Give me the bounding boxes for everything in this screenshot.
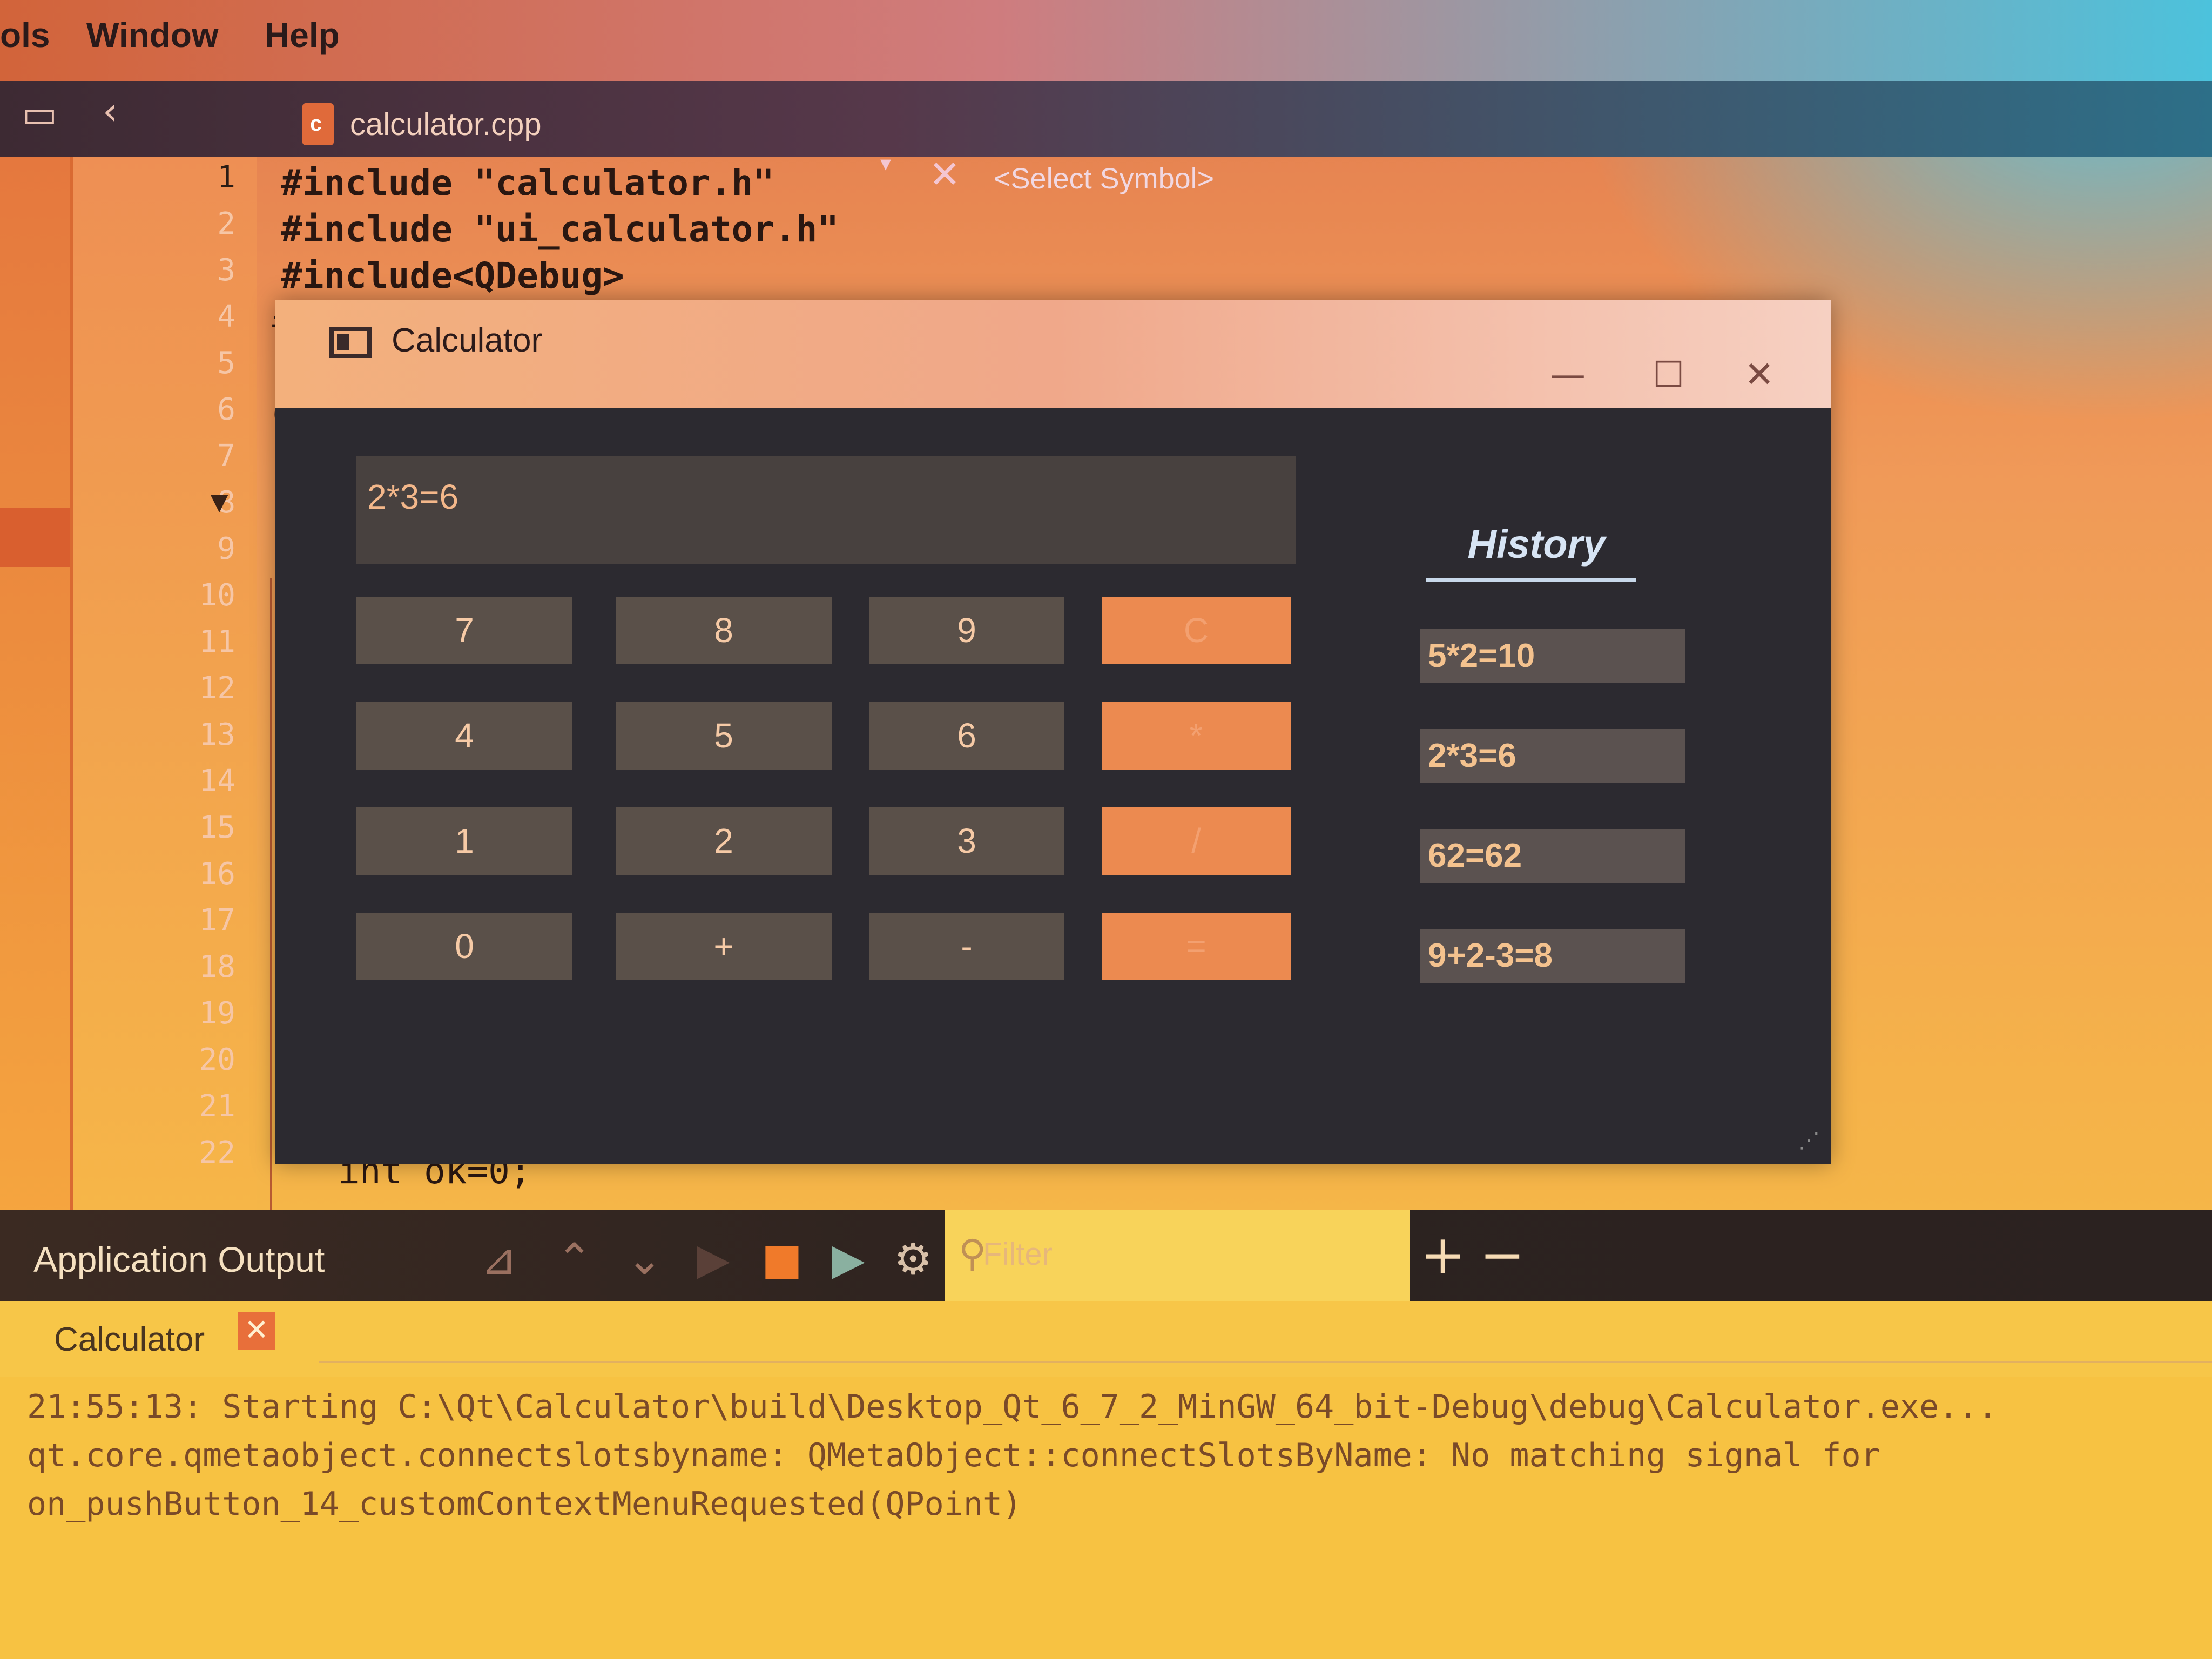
line-number: 11 bbox=[199, 624, 235, 659]
output-pane-header: Application Output ⊿ ⌃ ⌄ ▶ ■ ▶ ⚙ Filter … bbox=[0, 1210, 2212, 1301]
maximize-icon[interactable]: ☐ bbox=[1653, 354, 1684, 395]
code-line: #include "calculator.h" bbox=[281, 162, 774, 204]
line-number: 13 bbox=[199, 717, 235, 752]
calculator-titlebar[interactable]: Calculator — ☐ ✕ bbox=[275, 300, 1831, 408]
output-tab-bar: Calculator bbox=[0, 1301, 2212, 1377]
log-line: on_pushButton_14_customContextMenuReques… bbox=[27, 1485, 1022, 1523]
output-pane-title: Application Output bbox=[33, 1239, 325, 1279]
file-tab-label: calculator.cpp bbox=[350, 106, 542, 142]
log-line: 21:55:13: Starting C:\Qt\Calculator\buil… bbox=[27, 1388, 1998, 1426]
line-number-gutter: 1 2 3 4 5 6 7 8 9 10 11 12 13 14 15 16 1… bbox=[73, 157, 257, 1215]
button-minus[interactable]: - bbox=[869, 913, 1064, 980]
tab-divider bbox=[319, 1361, 2212, 1363]
button-clear[interactable]: C bbox=[1102, 597, 1291, 664]
button-9[interactable]: 9 bbox=[869, 597, 1064, 664]
button-4[interactable]: 4 bbox=[356, 702, 572, 770]
screen-icon[interactable]: ▭ bbox=[22, 92, 57, 136]
code-line: #include<QDebug> bbox=[281, 255, 624, 296]
output-log[interactable]: 21:55:13: Starting C:\Qt\Calculator\buil… bbox=[0, 1377, 2212, 1659]
debug-run-icon[interactable]: ▶ bbox=[832, 1234, 865, 1284]
calculator-body: 2*3=6 7 8 9 C 4 5 6 * 1 2 3 / 0 + - = Hi… bbox=[275, 408, 1831, 1164]
history-underline bbox=[1426, 578, 1636, 582]
line-number: 12 bbox=[199, 671, 235, 706]
filter-input[interactable]: Filter bbox=[945, 1210, 1410, 1301]
line-number: 15 bbox=[199, 810, 235, 845]
history-item[interactable]: 5*2=10 bbox=[1420, 629, 1685, 683]
line-number: 5 bbox=[217, 346, 235, 381]
button-equals[interactable]: = bbox=[1102, 913, 1291, 980]
run-icon[interactable]: ▶ bbox=[697, 1234, 730, 1284]
line-number: 4 bbox=[217, 299, 235, 334]
search-icon: ⚲ bbox=[959, 1231, 987, 1276]
line-number: 14 bbox=[199, 764, 235, 799]
cpp-file-icon bbox=[302, 103, 334, 145]
calculator-window: Calculator — ☐ ✕ 2*3=6 7 8 9 C 4 5 6 * 1… bbox=[275, 300, 1831, 1164]
history-item[interactable]: 2*3=6 bbox=[1420, 729, 1685, 783]
line-number: 2 bbox=[217, 206, 235, 241]
button-8[interactable]: 8 bbox=[616, 597, 832, 664]
button-7[interactable]: 7 bbox=[356, 597, 572, 664]
output-tab-calculator[interactable]: Calculator bbox=[22, 1310, 210, 1370]
chevron-up-icon[interactable]: ⌃ bbox=[556, 1234, 592, 1284]
close-icon[interactable]: ✕ bbox=[1744, 354, 1774, 395]
menu-help[interactable]: Help bbox=[265, 15, 340, 55]
button-2[interactable]: 2 bbox=[616, 807, 832, 875]
history-heading: History bbox=[1467, 522, 1606, 567]
close-tab-icon[interactable]: ✕ bbox=[238, 1312, 275, 1350]
zoom-out-icon[interactable]: − bbox=[1480, 1223, 1525, 1286]
app-window-icon bbox=[329, 327, 372, 358]
line-number: 3 bbox=[217, 253, 235, 288]
line-number: 1 bbox=[217, 160, 235, 195]
line-number: 21 bbox=[199, 1089, 235, 1124]
line-number: 16 bbox=[199, 857, 235, 892]
result-display: 2*3=6 bbox=[356, 456, 1296, 564]
line-number: 17 bbox=[199, 903, 235, 938]
sidebar-active-mode[interactable] bbox=[0, 508, 70, 567]
button-1[interactable]: 1 bbox=[356, 807, 572, 875]
history-item[interactable]: 62=62 bbox=[1420, 829, 1685, 883]
window-title: Calculator bbox=[392, 322, 543, 359]
code-line: #include "ui_calculator.h" bbox=[281, 208, 839, 250]
line-number: 18 bbox=[199, 949, 235, 984]
stop-icon[interactable]: ■ bbox=[761, 1234, 802, 1284]
zoom-in-icon[interactable]: + bbox=[1420, 1223, 1466, 1286]
log-line: qt.core.qmetaobject.connectslotsbyname: … bbox=[27, 1437, 1880, 1474]
line-number: 7 bbox=[217, 439, 235, 474]
menu-window[interactable]: Window bbox=[86, 15, 219, 55]
chevron-down-icon[interactable]: ⌄ bbox=[626, 1234, 663, 1284]
button-divide[interactable]: / bbox=[1102, 807, 1291, 875]
menu-bar: ols Window Help bbox=[0, 0, 2212, 81]
fold-arrow-icon[interactable]: ▼ bbox=[211, 489, 228, 515]
back-arrow-icon[interactable]: ‹ bbox=[103, 89, 118, 133]
button-plus[interactable]: + bbox=[616, 913, 832, 980]
line-number: 22 bbox=[199, 1135, 235, 1170]
gear-icon[interactable]: ⚙ bbox=[894, 1234, 933, 1284]
history-item[interactable]: 9+2-3=8 bbox=[1420, 929, 1685, 983]
line-number: 10 bbox=[199, 578, 235, 613]
line-number: 9 bbox=[217, 531, 235, 567]
clear-output-icon[interactable]: ⊿ bbox=[481, 1234, 517, 1284]
line-number: 6 bbox=[217, 392, 235, 427]
line-number: 19 bbox=[199, 996, 235, 1031]
line-number: 20 bbox=[199, 1042, 235, 1077]
minimize-icon[interactable]: — bbox=[1550, 354, 1586, 395]
mode-sidebar bbox=[0, 157, 73, 1215]
button-3[interactable]: 3 bbox=[869, 807, 1064, 875]
button-0[interactable]: 0 bbox=[356, 913, 572, 980]
button-6[interactable]: 6 bbox=[869, 702, 1064, 770]
file-tab[interactable]: calculator.cpp bbox=[302, 100, 542, 149]
menu-tools[interactable]: ols bbox=[0, 15, 50, 55]
button-5[interactable]: 5 bbox=[616, 702, 832, 770]
button-multiply[interactable]: * bbox=[1102, 702, 1291, 770]
resize-grip-icon[interactable]: ⋰ bbox=[1798, 1128, 1820, 1153]
